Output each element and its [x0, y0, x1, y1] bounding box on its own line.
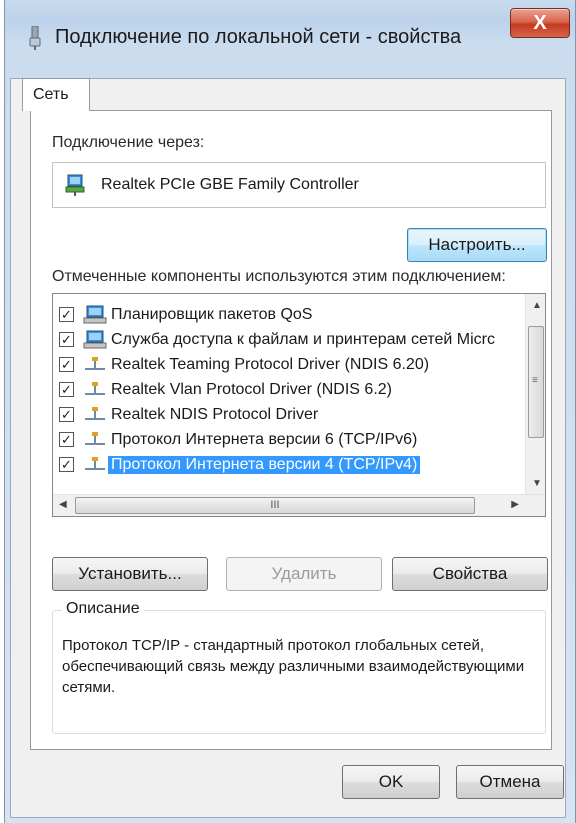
protocol-icon: [85, 457, 105, 470]
description-legend: Описание: [62, 600, 144, 618]
components-list[interactable]: ✓ Планировщик пакетов QoS ✓ Служба досту…: [52, 293, 546, 517]
list-item-label: Realtek NDIS Protocol Driver: [111, 406, 319, 423]
network-connection-icon: [29, 26, 41, 50]
install-button[interactable]: Установить...: [52, 557, 208, 591]
network-service-icon: [83, 305, 107, 324]
tab-network[interactable]: Сеть: [22, 78, 90, 111]
protocol-icon: [85, 407, 105, 420]
list-item-label: Планировщик пакетов QoS: [111, 306, 313, 323]
remove-button[interactable]: Удалить: [226, 557, 382, 591]
vertical-scroll-thumb[interactable]: ≡: [528, 326, 544, 438]
protocol-icon: [85, 357, 105, 370]
list-item-label: Realtek Vlan Protocol Driver (NDIS 6.2): [111, 381, 392, 398]
adapter-name: Realtek PCIe GBE Family Controller: [101, 176, 359, 193]
checkbox[interactable]: ✓: [59, 457, 74, 472]
list-item[interactable]: ✓ Планировщик пакетов QoS: [59, 304, 519, 328]
vertical-scrollbar[interactable]: ▲ ≡ ▼: [525, 294, 545, 494]
connect-through-label: Подключение через:: [52, 134, 205, 151]
scroll-up-icon[interactable]: ▲: [532, 300, 542, 311]
list-item-selected[interactable]: ✓ Протокол Интернета версии 4 (TCP/IPv4): [59, 454, 519, 478]
protocol-icon: [85, 432, 105, 445]
checkbox[interactable]: ✓: [59, 357, 74, 372]
checkbox[interactable]: ✓: [59, 332, 74, 347]
scroll-down-icon[interactable]: ▼: [532, 478, 542, 489]
checkbox[interactable]: ✓: [59, 407, 74, 422]
configure-button[interactable]: Настроить...: [407, 228, 547, 262]
scroll-left-icon[interactable]: ◀: [59, 499, 67, 510]
list-item-label: Протокол Интернета версии 4 (TCP/IPv4): [108, 456, 421, 474]
network-adapter-icon: [65, 174, 85, 196]
list-item-label: Протокол Интернета версии 6 (TCP/IPv6): [111, 431, 418, 448]
grip-icon: ≡: [532, 375, 538, 386]
cancel-button[interactable]: Отмена: [456, 765, 564, 799]
list-item[interactable]: ✓ Realtek NDIS Protocol Driver: [59, 404, 519, 428]
protocol-icon: [85, 382, 105, 395]
scroll-right-icon[interactable]: ▶: [511, 499, 519, 510]
title-bar[interactable]: Подключение по локальной сети - свойства…: [5, 0, 575, 78]
description-text: Протокол TCP/IP - стандартный протокол г…: [62, 637, 525, 696]
checkbox[interactable]: ✓: [59, 307, 74, 322]
horizontal-scroll-thumb[interactable]: III: [75, 497, 475, 514]
list-item[interactable]: ✓ Realtek Teaming Protocol Driver (NDIS …: [59, 354, 519, 378]
window-title: Подключение по локальной сети - свойства: [55, 26, 462, 48]
components-label: Отмеченные компоненты используются этим …: [52, 268, 506, 285]
adapter-field: Realtek PCIe GBE Family Controller: [52, 162, 546, 208]
list-item[interactable]: ✓ Служба доступа к файлам и принтерам се…: [59, 329, 519, 353]
checkbox[interactable]: ✓: [59, 432, 74, 447]
list-item-label: Служба доступа к файлам и принтерам сете…: [111, 331, 495, 348]
horizontal-scrollbar[interactable]: ◀ III ▶: [53, 494, 545, 516]
close-button[interactable]: X: [510, 8, 570, 38]
ok-button[interactable]: OK: [342, 765, 440, 799]
properties-button[interactable]: Свойства: [392, 557, 548, 591]
list-item-label: Realtek Teaming Protocol Driver (NDIS 6.…: [111, 356, 430, 373]
list-item[interactable]: ✓ Протокол Интернета версии 6 (TCP/IPv6): [59, 429, 519, 453]
network-service-icon: [83, 330, 107, 349]
list-item[interactable]: ✓ Realtek Vlan Protocol Driver (NDIS 6.2…: [59, 379, 519, 403]
checkbox[interactable]: ✓: [59, 382, 74, 397]
